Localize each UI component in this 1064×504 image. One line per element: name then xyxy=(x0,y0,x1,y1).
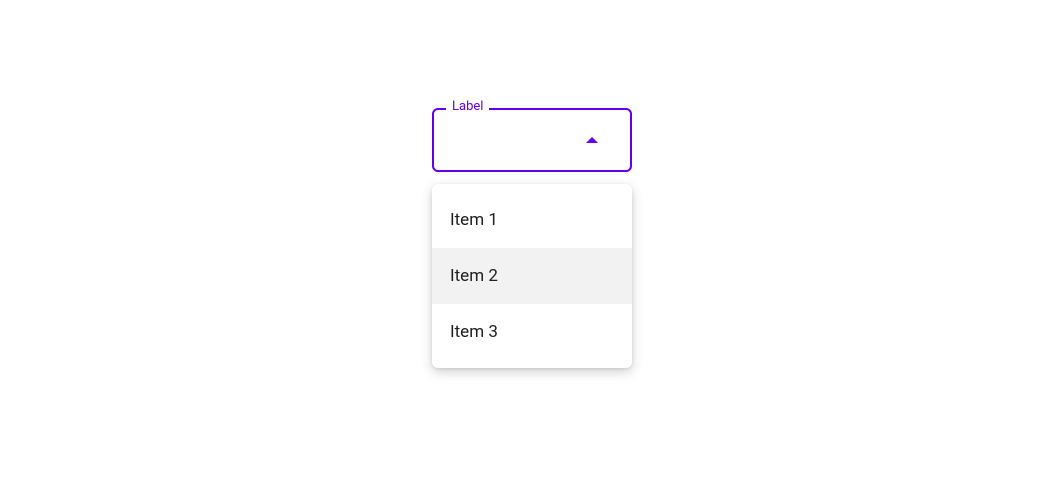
select-floating-label: Label xyxy=(446,100,489,113)
menu-item-1[interactable]: Item 1 xyxy=(432,192,632,248)
menu-item-label: Item 3 xyxy=(450,322,498,342)
chevron-up-icon xyxy=(586,137,598,143)
select-value xyxy=(446,132,586,148)
menu-item-3[interactable]: Item 3 xyxy=(432,304,632,360)
dropdown-menu: Item 1 Item 2 Item 3 xyxy=(432,184,632,368)
menu-item-label: Item 2 xyxy=(450,266,498,286)
menu-item-2[interactable]: Item 2 xyxy=(432,248,632,304)
menu-item-label: Item 1 xyxy=(450,210,498,230)
select-container: Label Item 1 Item 2 Item 3 xyxy=(432,108,632,368)
select-field[interactable]: Label xyxy=(432,108,632,172)
